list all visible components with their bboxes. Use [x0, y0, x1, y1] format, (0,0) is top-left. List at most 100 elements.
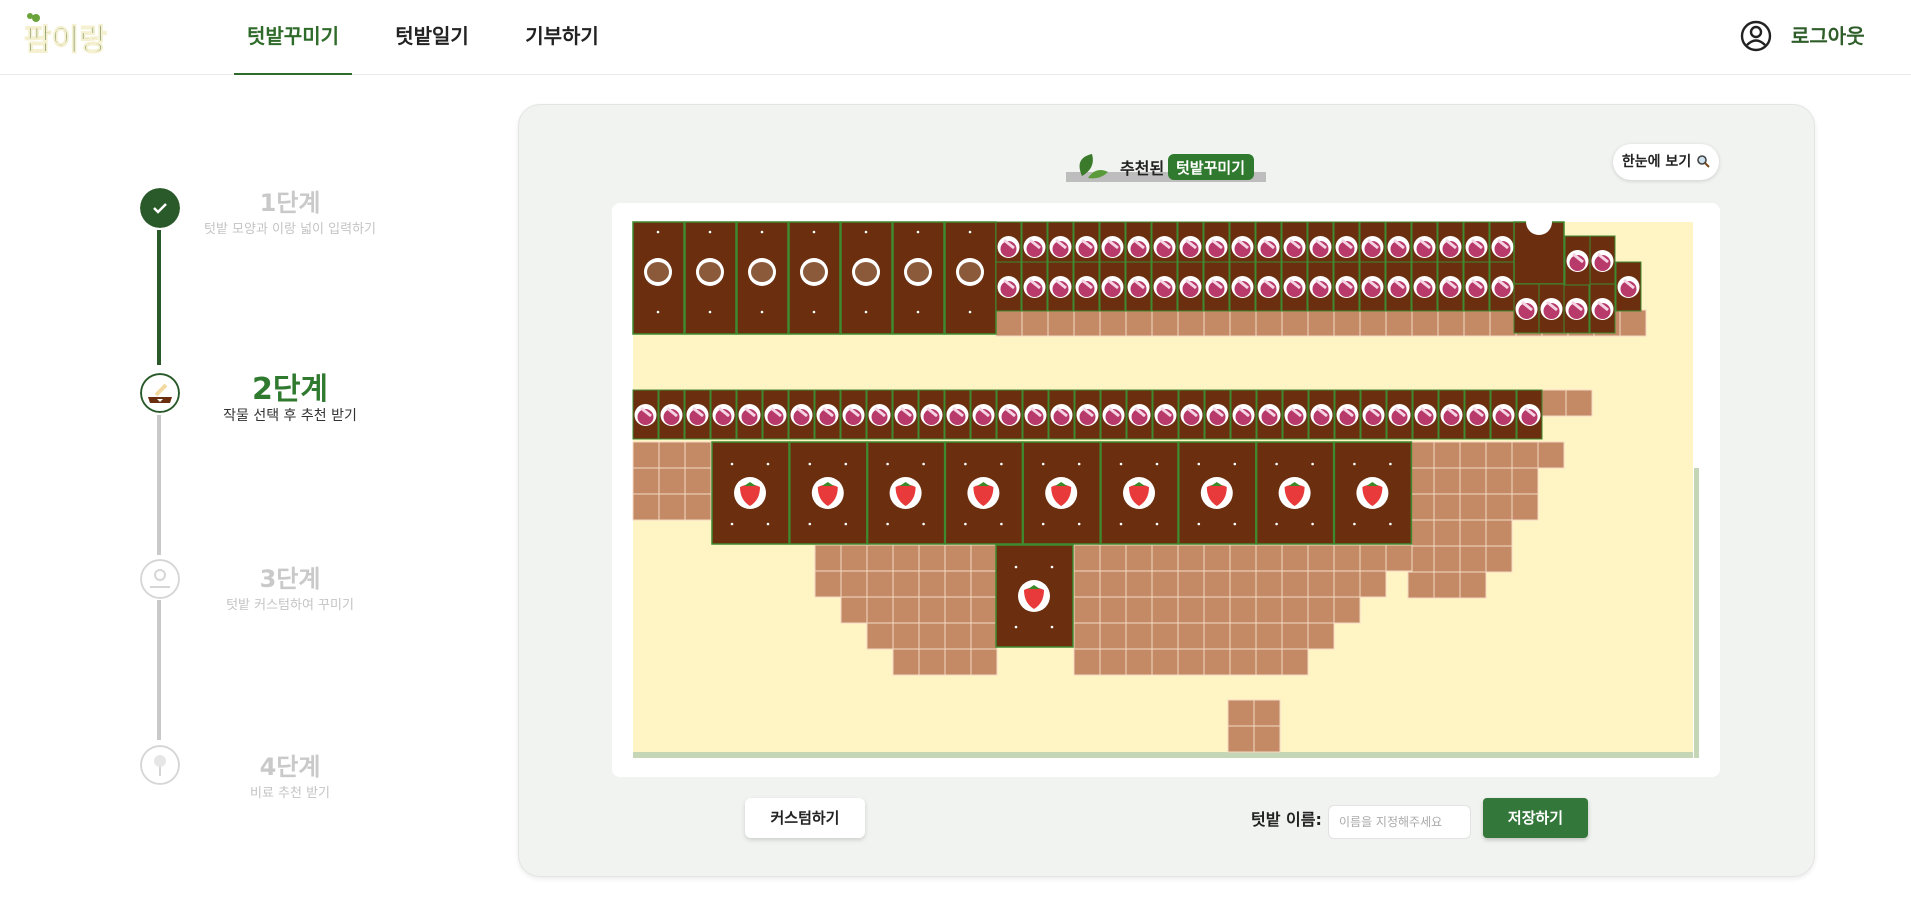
user-profile-icon[interactable]	[1740, 20, 1772, 52]
soil-tile	[1307, 622, 1335, 650]
soil-tile	[658, 441, 686, 469]
soil-tile	[1073, 570, 1101, 598]
soil-tile	[1151, 570, 1179, 598]
soil-tile	[1333, 596, 1361, 624]
soil-tile	[1227, 725, 1255, 753]
garden-bed-map	[632, 209, 1699, 758]
potato-icon	[751, 262, 773, 282]
step-4-flower-icon[interactable]	[140, 745, 180, 785]
nav-tab-garden-diary[interactable]: 텃밭일기	[386, 0, 478, 75]
view-at-glance-button[interactable]: 한눈에 보기	[1613, 144, 1719, 180]
soil-tile	[684, 467, 712, 495]
soil-tile	[892, 570, 920, 598]
soil-tile	[1229, 648, 1257, 676]
beet-cell	[788, 389, 815, 440]
strawberry-bed	[711, 441, 790, 545]
soil-tile	[892, 596, 920, 624]
soil-tile	[814, 570, 842, 598]
soil-tile	[866, 596, 894, 624]
soil-tile	[918, 544, 946, 572]
soil-row-tile	[995, 309, 1023, 337]
soil-tile	[1359, 544, 1387, 572]
step-2-soil-icon[interactable]	[140, 373, 180, 413]
soil-tile	[1229, 622, 1257, 650]
nav-tab-garden-design[interactable]: 텃밭꾸미기	[234, 0, 352, 75]
soil-tile	[1203, 648, 1231, 676]
strawberry-bed	[1100, 441, 1179, 545]
beet-cell	[1516, 389, 1543, 440]
potato-bed	[944, 221, 997, 335]
soil-row-tile	[1047, 309, 1075, 337]
step-1-check-icon[interactable]	[140, 188, 180, 228]
soil-row-tile	[1229, 309, 1257, 337]
beet-cell	[1385, 261, 1412, 312]
logout-button[interactable]: 로그아웃	[1791, 20, 1865, 52]
beet-cell	[1386, 389, 1413, 440]
beet-cell	[762, 389, 789, 440]
soil-tile	[1073, 648, 1101, 676]
potato-icon	[647, 262, 669, 282]
save-button[interactable]: 저장하기	[1483, 798, 1588, 838]
soil-row-tile	[1125, 309, 1153, 337]
soil-tile	[1253, 699, 1281, 727]
beet-cell	[1125, 261, 1152, 312]
potato-bed	[736, 221, 789, 335]
soil-row-tile	[1489, 309, 1517, 337]
soil-tile	[1177, 544, 1205, 572]
beet-cell	[1282, 389, 1309, 440]
beet-cell	[710, 389, 737, 440]
soil-tile	[944, 544, 972, 572]
soil-tile	[944, 648, 972, 676]
soil-tile	[1255, 622, 1283, 650]
beet-cell	[1589, 283, 1616, 334]
soil-tile	[1125, 622, 1153, 650]
soil-tile	[970, 596, 998, 624]
beet-cell	[1021, 261, 1048, 312]
beet-cell	[1489, 261, 1516, 312]
soil-tile	[1255, 570, 1283, 598]
beet-cell	[1100, 389, 1127, 440]
field-bottom-border	[633, 752, 1693, 758]
step-connector-1	[157, 230, 161, 365]
soil-tile	[1459, 519, 1487, 547]
nav-tab-donate[interactable]: 기부하기	[516, 0, 608, 75]
beet-cell	[1490, 389, 1517, 440]
soil-tile	[1281, 570, 1309, 598]
soil-tile	[970, 622, 998, 650]
beet-cell	[1563, 283, 1590, 334]
soil-tile	[1125, 570, 1153, 598]
soil-tile	[684, 493, 712, 521]
soil-tile	[1099, 570, 1127, 598]
beet-cell	[1203, 261, 1230, 312]
soil-tile	[632, 493, 660, 521]
soil-tile	[1307, 544, 1335, 572]
soil-tile	[866, 622, 894, 650]
soil-tile	[1203, 544, 1231, 572]
beet-cell	[1307, 261, 1334, 312]
svg-text:추천된: 추천된	[1120, 159, 1164, 178]
soil-tile	[1281, 648, 1309, 676]
garden-name-input[interactable]	[1328, 805, 1471, 839]
beet-cell	[1360, 389, 1387, 440]
soil-tile	[1511, 493, 1539, 521]
step-3-sprout-icon[interactable]	[140, 559, 180, 599]
soil-tile	[1203, 622, 1231, 650]
soil-tile	[1099, 648, 1127, 676]
customize-button[interactable]: 커스텀하기	[745, 798, 865, 838]
soil-tile	[1151, 596, 1179, 624]
beet-cell	[1152, 389, 1179, 440]
soil-tile	[1433, 467, 1461, 495]
beet-cell	[1126, 389, 1153, 440]
beet-cell	[995, 261, 1022, 312]
soil-row-tile	[1565, 389, 1593, 417]
farm-logo[interactable]: 팜이랑	[22, 10, 112, 58]
magnifier-icon	[1696, 146, 1710, 168]
strawberry-bed	[944, 441, 1024, 545]
soil-tile	[1459, 493, 1487, 521]
view-at-glance-label: 한눈에 보기	[1621, 154, 1692, 170]
beet-cell	[1073, 261, 1100, 312]
soil-tile	[840, 570, 868, 598]
soil-tile	[1177, 570, 1205, 598]
soil-tile	[918, 622, 946, 650]
step-3-desc: 텃밭 커스텀하여 꾸미기	[226, 598, 354, 613]
